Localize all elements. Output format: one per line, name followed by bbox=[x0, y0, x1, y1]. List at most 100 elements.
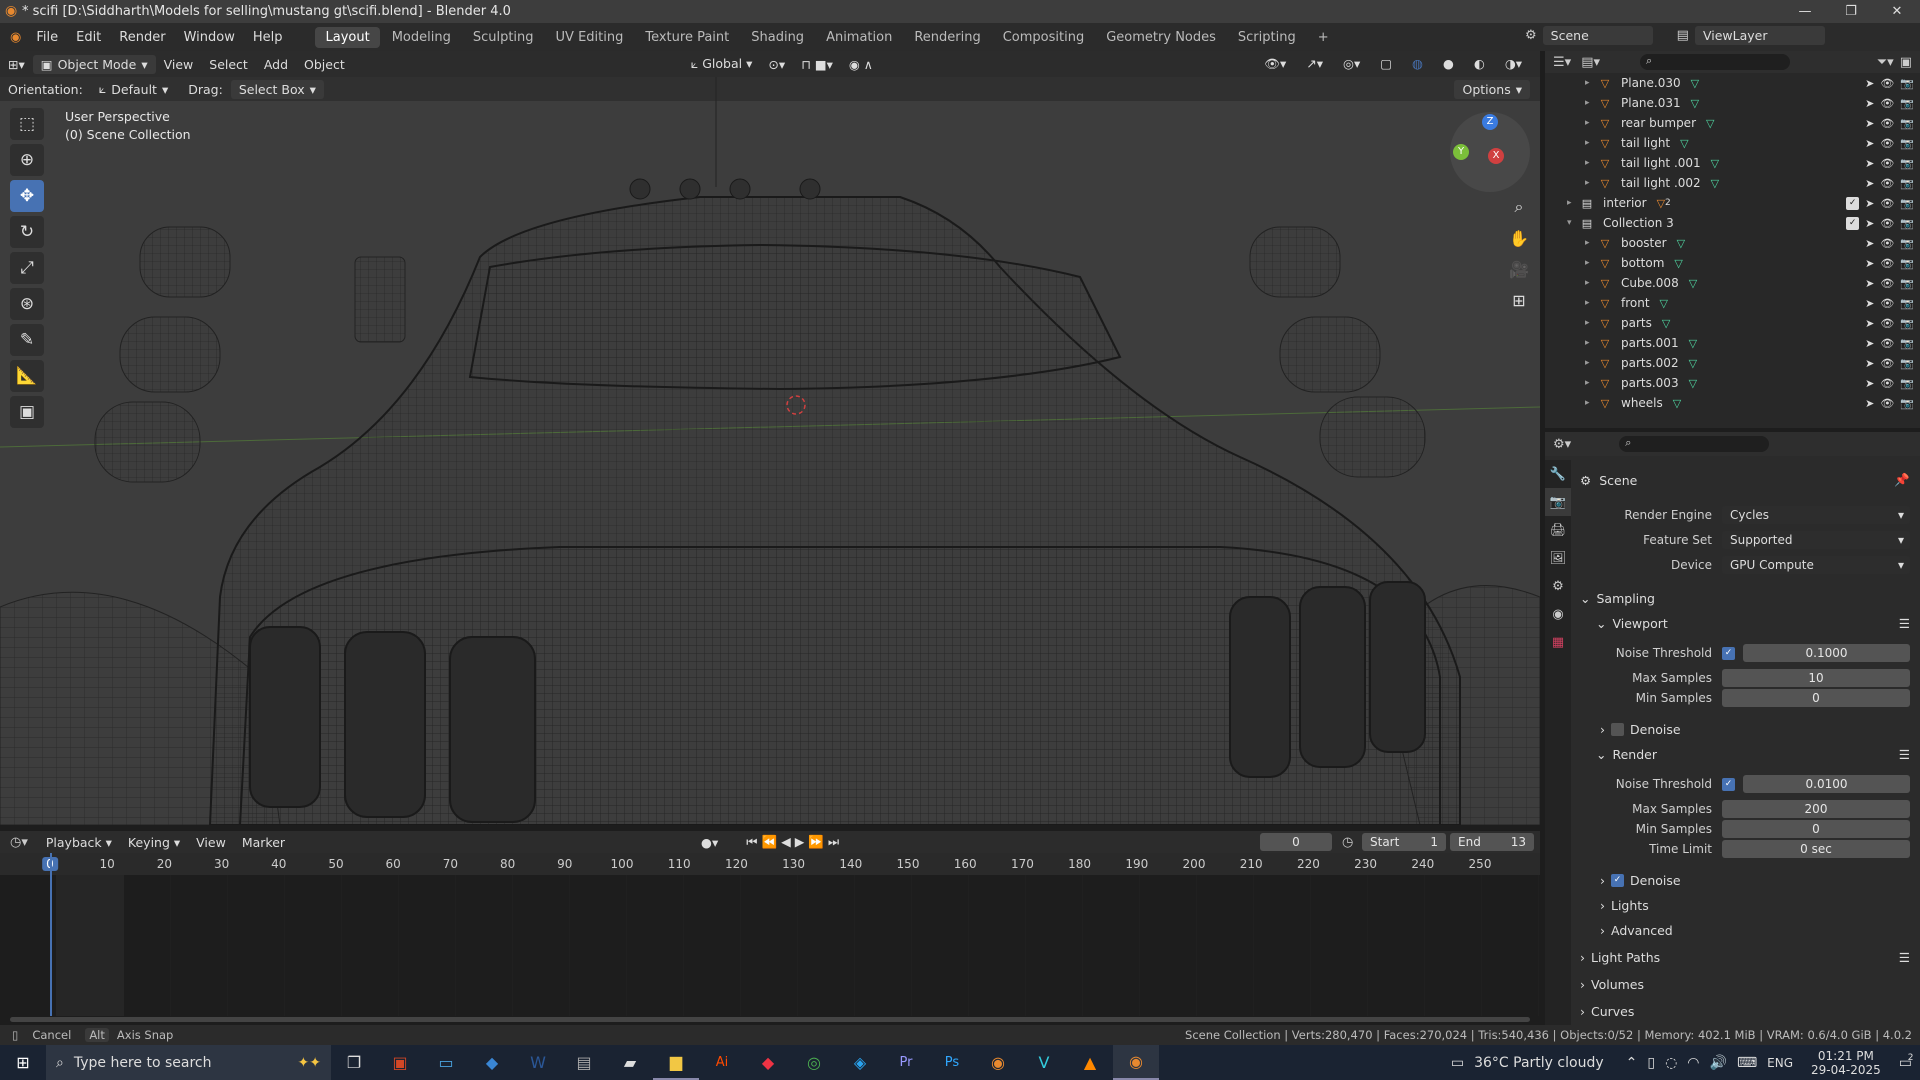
outliner-row[interactable]: ▸ ▽ bottom ▽ ➤ 👁 📷 bbox=[1545, 253, 1920, 273]
output-tab-icon[interactable]: 🖨 bbox=[1545, 516, 1571, 544]
chevron-right-icon[interactable]: ▸ bbox=[1585, 78, 1597, 88]
word-icon[interactable]: W bbox=[515, 1045, 561, 1080]
outliner-row[interactable]: ▸ ▽ front ▽ ➤ 👁 📷 bbox=[1545, 293, 1920, 313]
drag-dropdown[interactable]: Select Box ▾ bbox=[230, 79, 324, 99]
camera-render-icon[interactable]: 📷 bbox=[1900, 357, 1914, 370]
tab-animation[interactable]: Animation bbox=[816, 27, 902, 48]
outliner-row[interactable]: ▸ ▽ parts.001 ▽ ➤ 👁 📷 bbox=[1545, 333, 1920, 353]
chevron-right-icon[interactable]: ▸ bbox=[1585, 398, 1597, 408]
eye-icon[interactable]: 👁 bbox=[1880, 137, 1894, 150]
blender-menu-icon[interactable]: ◉ bbox=[10, 30, 21, 45]
r-noise-checkbox[interactable]: ✓ bbox=[1722, 777, 1735, 791]
windows-start-icon[interactable]: ⊞ bbox=[0, 1045, 46, 1080]
chevron-right-icon[interactable]: ▸ bbox=[1585, 138, 1597, 148]
outliner-row[interactable]: ▸ ▤ interior ▽ 2 ✓ ➤ 👁 📷 bbox=[1545, 193, 1920, 213]
menu-window[interactable]: Window bbox=[175, 30, 244, 45]
outliner-row[interactable]: ▸ ▽ parts.002 ▽ ➤ 👁 📷 bbox=[1545, 353, 1920, 373]
outliner-row[interactable]: ▸ ▽ Plane.030 ▽ ➤ 👁 📷 bbox=[1545, 73, 1920, 93]
measure-tool-icon[interactable]: 📐 bbox=[10, 360, 44, 392]
add-workspace-icon[interactable]: + bbox=[1308, 27, 1339, 48]
view-layer-selector[interactable]: ViewLayer bbox=[1694, 26, 1825, 45]
tab-geometry-nodes[interactable]: Geometry Nodes bbox=[1096, 27, 1226, 48]
wireframe-shading-icon[interactable]: ◍ bbox=[1404, 54, 1431, 74]
select-menu[interactable]: Select bbox=[201, 55, 256, 74]
network-icon[interactable]: ◌ bbox=[1665, 1055, 1677, 1071]
weather-text[interactable]: 36°C Partly cloudy bbox=[1474, 1055, 1604, 1071]
chevron-right-icon[interactable]: ▸ bbox=[1585, 358, 1597, 368]
microsoft365-icon[interactable]: ◈ bbox=[837, 1045, 883, 1080]
camera-render-icon[interactable]: 📷 bbox=[1900, 257, 1914, 270]
transform-tool-icon[interactable]: ⊛ bbox=[10, 288, 44, 320]
outliner-row[interactable]: ▸ ▽ booster ▽ ➤ 👁 📷 bbox=[1545, 233, 1920, 253]
r-max-field[interactable]: 200 bbox=[1722, 800, 1910, 818]
current-frame-field[interactable]: 0 bbox=[1260, 833, 1332, 851]
chevron-right-icon[interactable]: ▸ bbox=[1585, 178, 1597, 188]
volumes-panel[interactable]: › Volumes bbox=[1580, 973, 1910, 995]
render-subpanel-header[interactable]: ⌄ Render ☰ bbox=[1596, 743, 1910, 765]
camera-render-icon[interactable]: 📷 bbox=[1900, 157, 1914, 170]
vp-noise-checkbox[interactable]: ✓ bbox=[1722, 646, 1735, 660]
snap-icon[interactable]: ⊓ ■▾ bbox=[793, 55, 841, 74]
curves-panel[interactable]: › Curves bbox=[1580, 1000, 1910, 1022]
pin-icon[interactable]: 📌 bbox=[1894, 472, 1910, 488]
selectable-arrow-icon[interactable]: ➤ bbox=[1865, 177, 1874, 190]
blender-active-icon[interactable]: ◉ bbox=[1113, 1045, 1159, 1080]
chevron-right-icon[interactable]: ▸ bbox=[1585, 158, 1597, 168]
playback-menu[interactable]: Playback ▾ bbox=[38, 833, 120, 852]
app-icon[interactable]: ▤ bbox=[561, 1045, 607, 1080]
chevron-right-icon[interactable]: ▸ bbox=[1585, 338, 1597, 348]
reverse-play-icon[interactable]: ◀ bbox=[781, 834, 795, 849]
selectable-arrow-icon[interactable]: ➤ bbox=[1865, 377, 1874, 390]
exclude-checkbox[interactable]: ✓ bbox=[1846, 196, 1860, 210]
solid-shading-icon[interactable]: ● bbox=[1435, 54, 1462, 74]
zoom-icon[interactable]: ⌕ bbox=[1504, 193, 1534, 221]
r-denoise-subpanel[interactable]: › ✓ Denoise bbox=[1600, 869, 1910, 891]
outliner-row[interactable]: ▾ ▤ Collection 3 ✓ ➤ 👁 📷 bbox=[1545, 213, 1920, 233]
frame-ruler[interactable]: 0102030405060708090100110120130140150160… bbox=[0, 853, 1540, 875]
eye-icon[interactable]: 👁 bbox=[1880, 197, 1894, 210]
clock-icon[interactable]: ◷ bbox=[1342, 835, 1353, 850]
world-tab-icon[interactable]: ◉ bbox=[1545, 600, 1571, 628]
lights-subpanel[interactable]: › Lights bbox=[1600, 894, 1910, 916]
camera-render-icon[interactable]: 📷 bbox=[1900, 297, 1914, 310]
r-denoise-checkbox[interactable]: ✓ bbox=[1611, 873, 1624, 887]
outliner-row[interactable]: ▸ ▽ tail light .001 ▽ ➤ 👁 📷 bbox=[1545, 153, 1920, 173]
marker-menu[interactable]: Marker bbox=[234, 833, 293, 852]
timeline-scrollbar[interactable] bbox=[10, 1017, 1530, 1022]
chevron-down-icon[interactable]: ▾ bbox=[1567, 218, 1579, 228]
annotate-tool-icon[interactable]: ✎ bbox=[10, 324, 44, 356]
texture-tab-icon[interactable]: ▦ bbox=[1545, 628, 1571, 656]
selectable-arrow-icon[interactable]: ➤ bbox=[1865, 157, 1874, 170]
chevron-right-icon[interactable]: ▸ bbox=[1585, 238, 1597, 248]
vp-max-field[interactable]: 10 bbox=[1722, 669, 1910, 687]
camera-render-icon[interactable]: 📷 bbox=[1900, 197, 1914, 210]
eye-icon[interactable]: 👁 bbox=[1880, 157, 1894, 170]
wifi-icon[interactable]: ◠ bbox=[1687, 1055, 1699, 1071]
selectable-arrow-icon[interactable]: ➤ bbox=[1865, 397, 1874, 410]
battery-icon[interactable]: ▯ bbox=[1647, 1055, 1655, 1071]
viewport-subpanel-header[interactable]: ⌄ Viewport ☰ bbox=[1596, 612, 1910, 634]
overlay-toggle-icon[interactable]: ◎▾ bbox=[1335, 54, 1368, 74]
tab-scripting[interactable]: Scripting bbox=[1228, 27, 1306, 48]
sampling-panel-header[interactable]: ⌄ Sampling bbox=[1580, 587, 1910, 609]
tab-layout[interactable]: Layout bbox=[315, 26, 380, 48]
editor-type-icon[interactable]: ⊞▾ bbox=[0, 55, 33, 74]
premiere-icon[interactable]: Pr bbox=[883, 1045, 929, 1080]
blender-taskbar-icon[interactable]: ◉ bbox=[975, 1045, 1021, 1080]
timeline-view-menu[interactable]: View bbox=[188, 833, 234, 852]
tab-texture-paint[interactable]: Texture Paint bbox=[635, 27, 739, 48]
gizmo-toggle-icon[interactable]: ↗▾ bbox=[1298, 54, 1331, 74]
r-noise-field[interactable]: 0.0100 bbox=[1743, 775, 1910, 793]
taskbar-search-box[interactable]: ⌕ Type here to search ✦✦ bbox=[46, 1045, 331, 1080]
gizmo-z-axis[interactable]: Z bbox=[1482, 114, 1498, 130]
camera-render-icon[interactable]: 📷 bbox=[1900, 277, 1914, 290]
minimize-icon[interactable]: — bbox=[1782, 0, 1828, 23]
playback-controls[interactable]: ⏮⏪◀▶⏩⏭ bbox=[738, 832, 851, 852]
eye-icon[interactable]: 👁 bbox=[1880, 317, 1894, 330]
scene-tab-icon[interactable]: ⚙ bbox=[1545, 572, 1571, 600]
eye-icon[interactable]: 👁 bbox=[1880, 277, 1894, 290]
chevron-right-icon[interactable]: ▸ bbox=[1567, 198, 1579, 208]
timeline-track-area[interactable] bbox=[0, 875, 1540, 1016]
illustrator-icon[interactable]: Ai bbox=[699, 1045, 745, 1080]
chevron-right-icon[interactable]: ▸ bbox=[1585, 258, 1597, 268]
